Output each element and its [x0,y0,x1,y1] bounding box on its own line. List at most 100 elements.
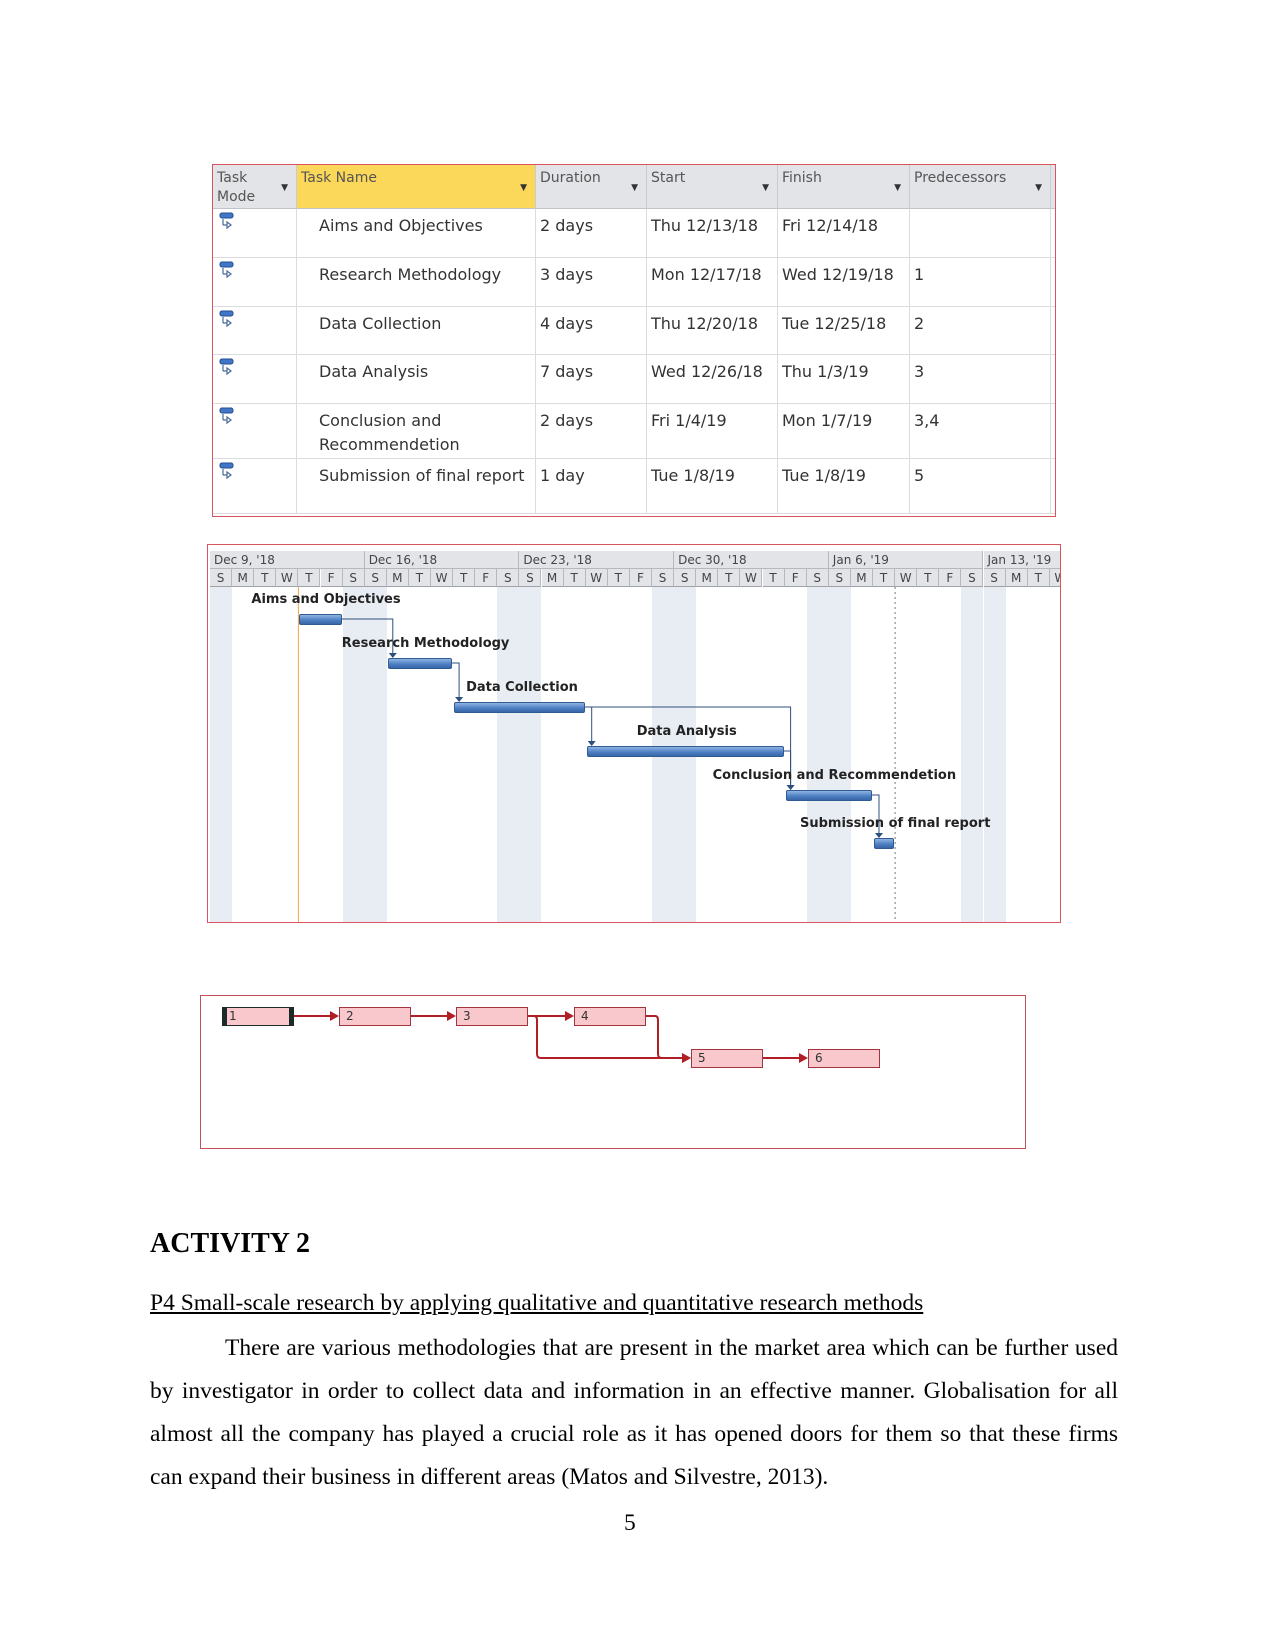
cell-extra [1051,258,1055,307]
cell-finish[interactable]: Wed 12/19/18 [778,258,910,307]
cell-predecessors[interactable]: 3,4 [910,404,1051,459]
task-bar[interactable] [586,746,784,757]
column-header-extra [1051,165,1055,209]
task-bar-label: Conclusion and Recommendetion [712,768,957,783]
cell-start[interactable]: Fri 1/4/19 [647,404,778,459]
column-header-start[interactable]: Start ▼ [647,165,778,209]
auto-scheduled-icon [219,462,235,482]
cell-finish[interactable]: Fri 12/14/18 [778,209,910,258]
cell-finish[interactable]: Mon 1/7/19 [778,404,910,459]
auto-scheduled-icon [219,212,235,232]
cell-predecessors[interactable]: 5 [910,459,1051,514]
network-node[interactable]: 1 [222,1007,294,1026]
column-header-label: Task Name [301,170,377,186]
cell-finish[interactable]: Tue 1/8/19 [778,459,910,514]
task-bar[interactable] [785,790,872,801]
cell-duration[interactable]: 7 days [536,355,647,404]
cell-duration[interactable]: 1 day [536,459,647,514]
column-header-label: Finish [782,170,822,186]
column-header-label: Predecessors [914,170,1007,186]
cell-predecessors[interactable] [910,209,1051,258]
cell-finish[interactable]: Tue 12/25/18 [778,307,910,355]
chevron-down-icon[interactable]: ▼ [520,179,527,198]
chevron-down-icon[interactable]: ▼ [631,179,638,198]
cell-name[interactable]: Submission of final report [297,459,536,514]
auto-scheduled-icon [219,358,235,378]
task-mode-cell[interactable] [213,355,297,404]
section-heading: ACTIVITY 2 [150,1228,310,1259]
network-arrowhead [799,1053,808,1063]
subheading: P4 Small-scale research by applying qual… [150,1290,924,1316]
column-header-label: Duration [540,170,601,186]
cell-extra [1051,209,1055,258]
task-bar-label: Submission of final report [800,816,991,831]
chevron-down-icon[interactable]: ▼ [762,179,769,198]
cell-extra [1051,404,1055,459]
cell-start[interactable]: Tue 1/8/19 [647,459,778,514]
task-bar-label: Data Analysis [636,724,737,739]
chevron-down-icon[interactable]: ▼ [281,179,288,198]
cell-predecessors[interactable]: 1 [910,258,1051,307]
task-bar-label: Research Methodology [341,636,510,651]
dependency-link [584,706,593,742]
task-bar-label: Aims and Objectives [251,592,401,607]
cell-name[interactable]: Research Methodology [297,258,536,307]
cell-extra [1051,307,1055,355]
network-arrowhead [682,1053,691,1063]
task-mode-cell[interactable] [213,404,297,459]
task-mode-cell[interactable] [213,209,297,258]
cell-name[interactable]: Data Analysis [297,355,536,404]
cell-start[interactable]: Thu 12/13/18 [647,209,778,258]
cell-extra [1051,459,1055,514]
task-bar-label: Data Collection [466,680,578,695]
network-arrowhead [565,1011,574,1021]
column-header-predecessors[interactable]: Predecessors ▼ [910,165,1051,209]
cell-start[interactable]: Thu 12/20/18 [647,307,778,355]
column-header-label: Task Mode [217,170,256,205]
cell-finish[interactable]: Thu 1/3/19 [778,355,910,404]
body-paragraph: There are various methodologies that are… [150,1335,1118,1490]
chevron-down-icon[interactable]: ▼ [1035,179,1042,198]
cell-name[interactable]: Conclusion and Recommendetion [297,404,536,459]
task-bar[interactable] [299,614,342,625]
network-node[interactable]: 6 [808,1049,880,1068]
task-bar[interactable] [874,838,895,849]
cell-predecessors[interactable]: 2 [910,307,1051,355]
task-bar[interactable] [454,702,585,713]
network-node[interactable]: 2 [339,1007,411,1026]
auto-scheduled-icon [219,407,235,427]
column-header-name[interactable]: Task Name ▼ [297,165,536,209]
auto-scheduled-icon [219,261,235,281]
column-header-mode[interactable]: Task Mode ▼ [213,165,297,209]
network-node[interactable]: 5 [691,1049,763,1068]
cell-name[interactable]: Aims and Objectives [297,209,536,258]
task-mode-cell[interactable] [213,258,297,307]
network-node[interactable]: 4 [574,1007,646,1026]
task-mode-cell[interactable] [213,459,297,514]
cell-extra [1051,355,1055,404]
column-header-label: Start [651,170,686,186]
cell-duration[interactable]: 4 days [536,307,647,355]
network-arrowhead [447,1011,456,1021]
cell-start[interactable]: Mon 12/17/18 [647,258,778,307]
task-mode-cell[interactable] [213,307,297,355]
cell-duration[interactable]: 2 days [536,209,647,258]
chevron-down-icon[interactable]: ▼ [894,179,901,198]
cell-predecessors[interactable]: 3 [910,355,1051,404]
auto-scheduled-icon [219,310,235,330]
network-node[interactable]: 3 [456,1007,528,1026]
cell-duration[interactable]: 2 days [536,404,647,459]
cell-start[interactable]: Wed 12/26/18 [647,355,778,404]
network-arrowhead [330,1011,339,1021]
gantt-chart: Dec 9, '18 Dec 16, '18 Dec 23, '18 Dec 30, … [207,544,1061,923]
task-bar[interactable] [387,658,453,669]
network-link [646,1015,683,1059]
task-table: Task Mode ▼ Task Name ▼ Duration ▼ Start ▼ Finis… [212,164,1056,517]
column-header-duration[interactable]: Duration ▼ [536,165,647,209]
page-number: 5 [624,1510,636,1536]
document-page: Task Mode ▼ Task Name ▼ Duration ▼ Start ▼ Finis… [0,0,1275,1650]
cell-duration[interactable]: 3 days [536,258,647,307]
cell-name[interactable]: Data Collection [297,307,536,355]
network-diagram: 1 2 3 4 5 6 [200,995,1026,1149]
column-header-finish[interactable]: Finish ▼ [778,165,910,209]
